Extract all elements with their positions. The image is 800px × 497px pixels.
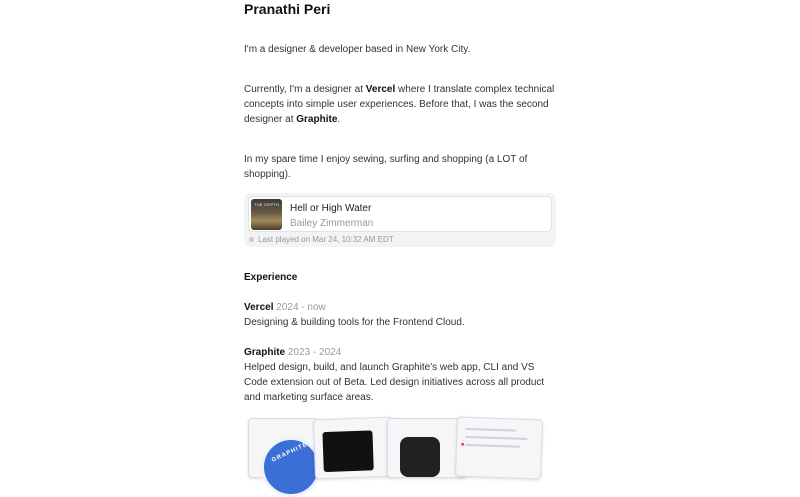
track-title: Hell or High Water <box>290 203 372 214</box>
album-cover: THE DEPTH <box>251 199 282 230</box>
job-graphite-header: Graphite 2023 - 2024 <box>244 345 556 360</box>
current-company: Vercel <box>365 84 396 95</box>
album-cover-text: THE DEPTH <box>254 202 280 207</box>
badge-text: GRAPHITE U <box>270 438 317 464</box>
hobbies-text: In my spare time I enjoy sewing, surfing… <box>244 154 528 180</box>
list-line <box>465 435 528 440</box>
current-role-text: Currently, I'm a designer at Vercel wher… <box>244 82 556 127</box>
status-dot-icon <box>249 237 254 242</box>
job-vercel-header: Vercel 2024 - now <box>244 300 556 315</box>
job-vercel-description: Designing & building tools for the Front… <box>244 317 465 328</box>
job-years: 2024 - now <box>276 302 326 313</box>
showcase-card-list <box>454 416 544 480</box>
job-years: 2023 - 2024 <box>287 347 342 358</box>
web-app-preview <box>322 430 374 473</box>
now-playing-card[interactable]: THE DEPTH Hell or High Water Bailey Zimm… <box>244 193 556 247</box>
last-played: Last played on Mar 24, 10:32 AM EDT <box>249 235 394 244</box>
red-dot-icon <box>461 442 465 446</box>
current-pre: Currently, I'm a designer at <box>244 84 366 95</box>
graphite-badge: GRAPHITE U <box>261 437 321 497</box>
showcase-card-web <box>312 416 396 480</box>
job-company: Graphite <box>244 347 286 358</box>
showcase-card-badge: GRAPHITE U <box>248 418 321 497</box>
job-graphite-description: Helped design, build, and launch Graphit… <box>244 362 545 403</box>
intro-text: I'm a designer & developer based in New … <box>244 44 471 55</box>
track-artist: Bailey Zimmerman <box>290 218 374 229</box>
current-end: . <box>337 114 341 125</box>
job-company: Vercel <box>244 302 274 313</box>
list-line <box>465 427 516 432</box>
phone-preview <box>400 437 440 477</box>
list-line <box>465 443 521 448</box>
last-played-text: Last played on Mar 24, 10:32 AM EDT <box>258 235 394 244</box>
now-playing-track[interactable]: THE DEPTH Hell or High Water Bailey Zimm… <box>248 196 552 232</box>
graphite-showcase-image: GRAPHITE U <box>244 414 556 497</box>
experience-heading: Experience <box>244 272 298 283</box>
previous-company: Graphite <box>296 114 338 125</box>
profile-name: Pranathi Peri <box>244 1 331 17</box>
